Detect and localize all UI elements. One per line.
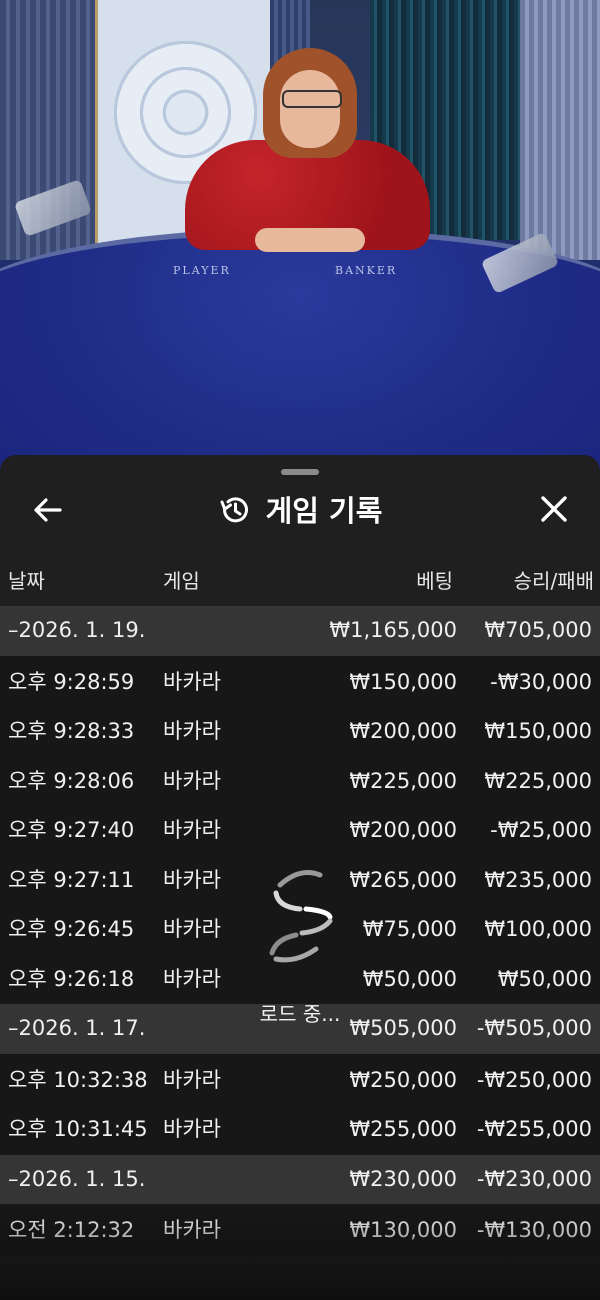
column-date: 날짜 [8, 569, 45, 593]
row-game: 바카라 [163, 669, 221, 694]
history-row[interactable]: 오후 9:28:06 바카라 ₩225,000 ₩225,000 [0, 756, 600, 806]
row-time: 오후 9:28:33 [8, 719, 135, 743]
row-time: 오후 10:32:38 [8, 1067, 148, 1092]
live-dealer-video: PLAYER BANKER [0, 0, 600, 470]
group-total-bet: ₩230,000 [349, 1166, 457, 1191]
row-bet: ₩75,000 [362, 917, 457, 941]
row-bet: ₩50,000 [362, 966, 457, 991]
column-header: 날짜 게임 베팅 승리/패배 [0, 563, 600, 599]
row-game: 바카라 [163, 818, 221, 842]
row-time: 오후 9:27:11 [8, 867, 135, 892]
history-row[interactable]: 오후 10:31:45 바카라 ₩255,000 -₩255,000 [0, 1105, 600, 1155]
row-result: -₩255,000 [476, 1117, 592, 1141]
column-result: 승리/패배 [513, 569, 594, 593]
row-game: 바카라 [163, 768, 221, 793]
row-bet: ₩200,000 [349, 818, 457, 842]
page-title-group: 게임 기록 [0, 491, 600, 531]
row-bet: ₩250,000 [349, 1067, 457, 1092]
row-time: 오후 9:26:18 [8, 966, 135, 991]
sheet-drag-handle[interactable] [281, 469, 319, 475]
history-row[interactable]: 오후 10:32:38 바카라 ₩250,000 -₩250,000 [0, 1055, 600, 1105]
dealer-face [280, 70, 340, 148]
group-total-result: ₩705,000 [484, 618, 592, 642]
row-bet: ₩265,000 [349, 867, 457, 892]
group-total-bet: ₩1,165,000 [329, 618, 457, 642]
history-clock-icon [220, 497, 248, 523]
row-result: ₩225,000 [484, 768, 592, 793]
row-result: -₩250,000 [476, 1067, 592, 1092]
row-time: 오후 9:27:40 [8, 818, 135, 842]
row-bet: ₩150,000 [349, 669, 457, 694]
row-result: ₩100,000 [484, 917, 592, 941]
row-result: ₩235,000 [484, 867, 592, 892]
column-bet: 베팅 [416, 569, 453, 593]
row-game: 바카라 [163, 867, 221, 892]
row-game: 바카라 [163, 719, 221, 743]
player-label: PLAYER [173, 264, 231, 277]
loading-spinner-icon [262, 865, 338, 965]
date-group-header[interactable]: –2026. 1. 15. ₩230,000 -₩230,000 [0, 1154, 600, 1204]
row-game: 바카라 [163, 1218, 221, 1242]
row-result: ₩50,000 [497, 966, 592, 991]
row-result: -₩30,000 [490, 669, 592, 694]
loading-text: 로드 중... [259, 1002, 341, 1026]
column-game: 게임 [163, 569, 200, 593]
row-time: 오후 10:31:45 [8, 1117, 148, 1141]
row-result: -₩25,000 [490, 818, 592, 842]
history-row[interactable]: 오후 9:27:40 바카라 ₩200,000 -₩25,000 [0, 806, 600, 856]
dealer-hands [255, 228, 365, 252]
row-bet: ₩130,000 [349, 1218, 457, 1242]
row-bet: ₩255,000 [349, 1117, 457, 1141]
row-game: 바카라 [163, 1117, 221, 1141]
row-bet: ₩200,000 [349, 719, 457, 743]
row-result: -₩130,000 [476, 1218, 592, 1242]
history-row[interactable]: 오후 9:28:33 바카라 ₩200,000 ₩150,000 [0, 707, 600, 757]
row-result: ₩150,000 [484, 719, 592, 743]
row-time: 오후 9:28:06 [8, 768, 135, 793]
row-game: 바카라 [163, 1067, 221, 1092]
page-title: 게임 기록 [265, 494, 383, 528]
group-date: –2026. 1. 19. [8, 618, 146, 642]
group-date: –2026. 1. 15. [8, 1166, 146, 1191]
close-button[interactable] [538, 493, 570, 525]
row-time: 오전 2:12:32 [8, 1218, 135, 1242]
sheet-header: 게임 기록 [0, 477, 600, 543]
row-time: 오후 9:26:45 [8, 917, 135, 941]
row-time: 오후 9:28:59 [8, 669, 135, 694]
row-game: 바카라 [163, 966, 221, 991]
background-wall [520, 0, 600, 260]
history-row[interactable]: 오후 9:28:59 바카라 ₩150,000 -₩30,000 [0, 657, 600, 707]
history-row[interactable]: 오전 2:12:32 바카라 ₩130,000 -₩130,000 [0, 1206, 600, 1256]
date-group-header[interactable]: –2026. 1. 19. ₩1,165,000 ₩705,000 [0, 606, 600, 656]
dealer-glasses [282, 90, 342, 108]
group-total-result: -₩230,000 [476, 1166, 592, 1191]
close-icon [541, 496, 567, 522]
row-game: 바카라 [163, 917, 221, 941]
banker-label: BANKER [335, 264, 398, 277]
row-bet: ₩225,000 [349, 768, 457, 793]
